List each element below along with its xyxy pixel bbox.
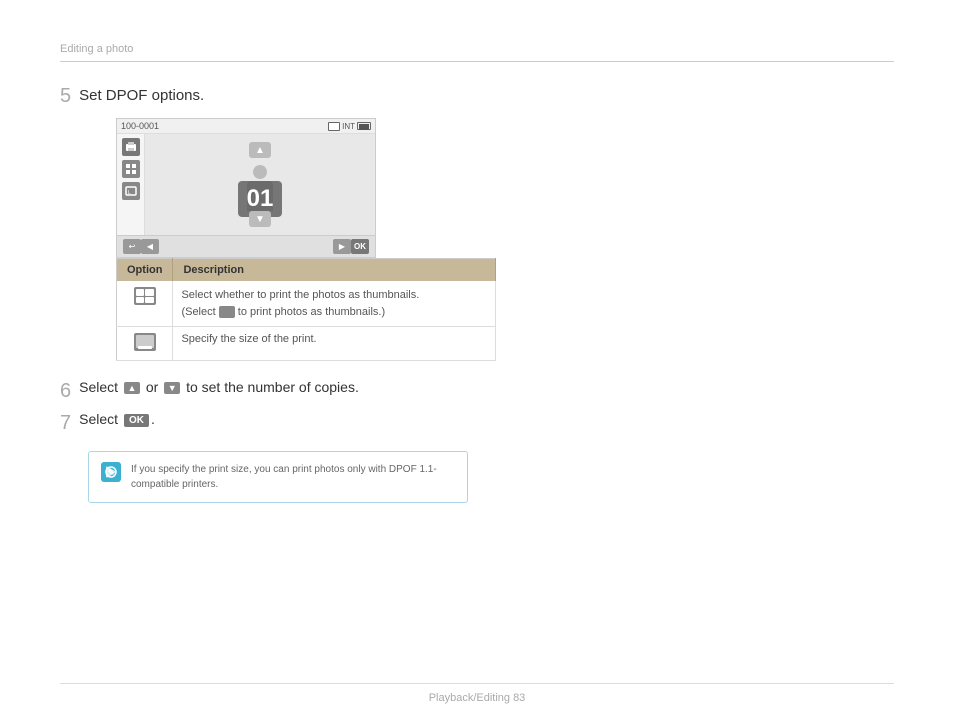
arrow-down-button[interactable]: ▼ (249, 211, 271, 227)
options-table: Option Description (116, 258, 496, 361)
battery-icon (357, 122, 371, 130)
memory-label: INT (342, 122, 355, 131)
camera-photo-area: ▲ 01 ▼ (145, 134, 375, 235)
note-box: ✎ If you specify the print size, you can… (88, 451, 468, 503)
step6-text: Select ▲ or ▼ to set the number of copie… (79, 379, 359, 395)
row2-icon-cell (117, 327, 173, 361)
options-table-container: Option Description (88, 258, 894, 361)
camera-ui-container: 100-0001 INT (88, 118, 894, 258)
footer-text: Playback/Editing 83 (0, 692, 954, 720)
col-header-description: Description (173, 259, 496, 282)
camera-topbar-icons: INT (328, 122, 371, 131)
step7-select-label: Select (79, 411, 118, 427)
folder-label: 100-0001 (121, 121, 159, 131)
table-row: Specify the size of the print. (117, 327, 496, 361)
size-icon: L (122, 182, 140, 200)
figure-head (253, 165, 267, 179)
page-container: Editing a photo 5 Set DPOF options. 100-… (0, 0, 954, 720)
step6-select-label: Select (79, 379, 118, 395)
step5-text: Set DPOF options. (79, 84, 204, 106)
breadcrumb-text: Editing a photo (60, 43, 133, 55)
ok-button[interactable]: OK (351, 239, 369, 254)
step7-text: Select OK. (79, 411, 155, 427)
step7-suffix-label: . (151, 411, 155, 427)
arrow-up-button[interactable]: ▲ (249, 142, 271, 158)
table-row: Select whether to print the photos as th… (117, 281, 496, 327)
page-footer: Playback/Editing 83 (0, 683, 954, 720)
thumbnail-icon (122, 160, 140, 178)
memory-icon (328, 122, 340, 131)
step6-arrow-up-icon: ▲ (124, 382, 140, 394)
col-header-option: Option (117, 259, 173, 282)
back-button[interactable]: ↩ (123, 239, 141, 254)
breadcrumb: Editing a photo (60, 40, 894, 62)
step7-ok-icon: OK (124, 414, 149, 427)
camera-ui-inner: L ▲ (117, 134, 375, 235)
step6-arrow-down-icon: ▼ (164, 382, 180, 394)
step6-or-label: or (146, 379, 158, 395)
left-button[interactable]: ◀ (141, 239, 159, 254)
camera-bottombar: ↩ ◀ ▶ OK (117, 235, 375, 257)
row2-description: Specify the size of the print. (173, 327, 496, 361)
row1-description: Select whether to print the photos as th… (173, 281, 496, 327)
camera-topbar: 100-0001 INT (117, 119, 375, 134)
step6-number: 6 (60, 379, 71, 403)
print-icon (122, 138, 140, 156)
right-button[interactable]: ▶ (333, 239, 351, 254)
note-icon: ✎ (101, 462, 121, 482)
step5-number: 5 (60, 84, 71, 108)
camera-icons-column: L (117, 134, 145, 235)
footer-divider (60, 683, 894, 684)
step6-suffix-label: to set the number of copies. (186, 379, 359, 395)
row1-icon-cell (117, 281, 173, 327)
step7-number: 7 (60, 411, 71, 435)
svg-text:✎: ✎ (108, 468, 115, 477)
step6-row: 6 Select ▲ or ▼ to set the number of cop… (60, 379, 894, 403)
camera-ui: 100-0001 INT (116, 118, 376, 258)
svg-text:L: L (128, 190, 131, 196)
step5-row: 5 Set DPOF options. (60, 84, 894, 108)
note-text: If you specify the print size, you can p… (131, 462, 455, 492)
step7-row: 7 Select OK. (60, 411, 894, 435)
